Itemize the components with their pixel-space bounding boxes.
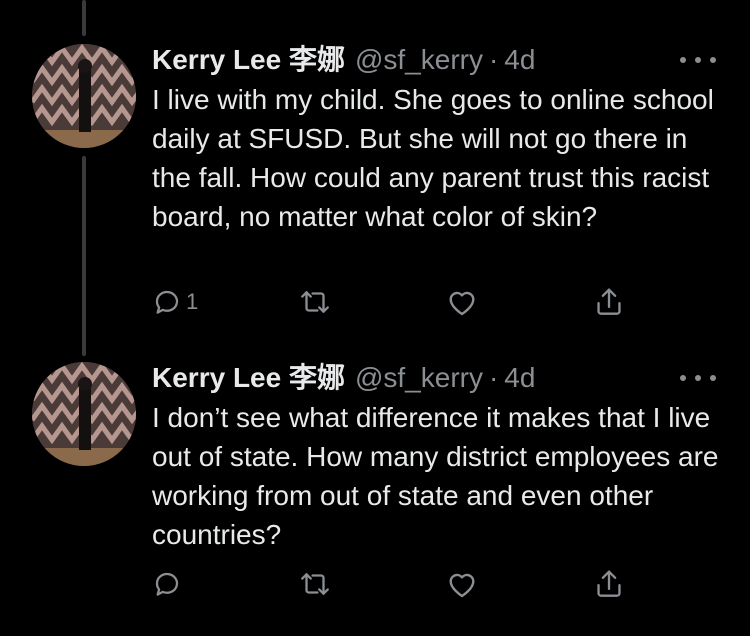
- heart-icon: [449, 291, 475, 316]
- timestamp[interactable]: 4d: [504, 40, 535, 80]
- retweet-button[interactable]: [298, 564, 332, 604]
- tweet-header: Kerry Lee 李娜 @sf_kerry · 4d: [152, 40, 535, 80]
- tweet[interactable]: Kerry Lee 李娜 @sf_kerry · 4d I live with …: [0, 40, 750, 340]
- timestamp[interactable]: 4d: [504, 358, 535, 398]
- tweet-actions: 1: [152, 282, 652, 322]
- reply-count: 1: [186, 289, 199, 314]
- tweet[interactable]: Kerry Lee 李娜 @sf_kerry · 4d I don’t see …: [0, 358, 750, 618]
- like-button[interactable]: [446, 564, 478, 604]
- more-options-icon[interactable]: [680, 48, 716, 72]
- tweet-text: I don’t see what difference it makes tha…: [152, 402, 719, 550]
- like-button[interactable]: [446, 282, 478, 322]
- more-options-icon[interactable]: [680, 366, 716, 390]
- reply-icon: [155, 290, 179, 314]
- retweet-button[interactable]: [298, 282, 332, 322]
- avatar-image: [32, 362, 136, 466]
- retweet-icon: [301, 291, 329, 313]
- reply-button[interactable]: 1: [152, 282, 198, 322]
- author-handle[interactable]: @sf_kerry: [355, 358, 483, 398]
- share-icon: [597, 288, 621, 315]
- reply-icon: [155, 572, 179, 596]
- thread-line-top: [82, 0, 86, 36]
- avatar-image: [32, 44, 136, 148]
- share-button[interactable]: [594, 282, 624, 322]
- separator-dot: ·: [488, 44, 499, 75]
- author-name[interactable]: Kerry Lee 李娜: [152, 40, 345, 80]
- tweet-text: I live with my child. She goes to online…: [152, 84, 714, 232]
- tweet-actions: [152, 564, 652, 604]
- retweet-icon: [301, 573, 329, 595]
- share-icon: [597, 570, 621, 597]
- tweet-header: Kerry Lee 李娜 @sf_kerry · 4d: [152, 358, 535, 398]
- separator-dot: ·: [488, 362, 499, 393]
- heart-icon: [449, 573, 475, 598]
- avatar[interactable]: [32, 44, 136, 148]
- avatar[interactable]: [32, 362, 136, 466]
- share-button[interactable]: [594, 564, 624, 604]
- author-name[interactable]: Kerry Lee 李娜: [152, 358, 345, 398]
- author-handle[interactable]: @sf_kerry: [355, 40, 483, 80]
- reply-button[interactable]: [152, 564, 186, 604]
